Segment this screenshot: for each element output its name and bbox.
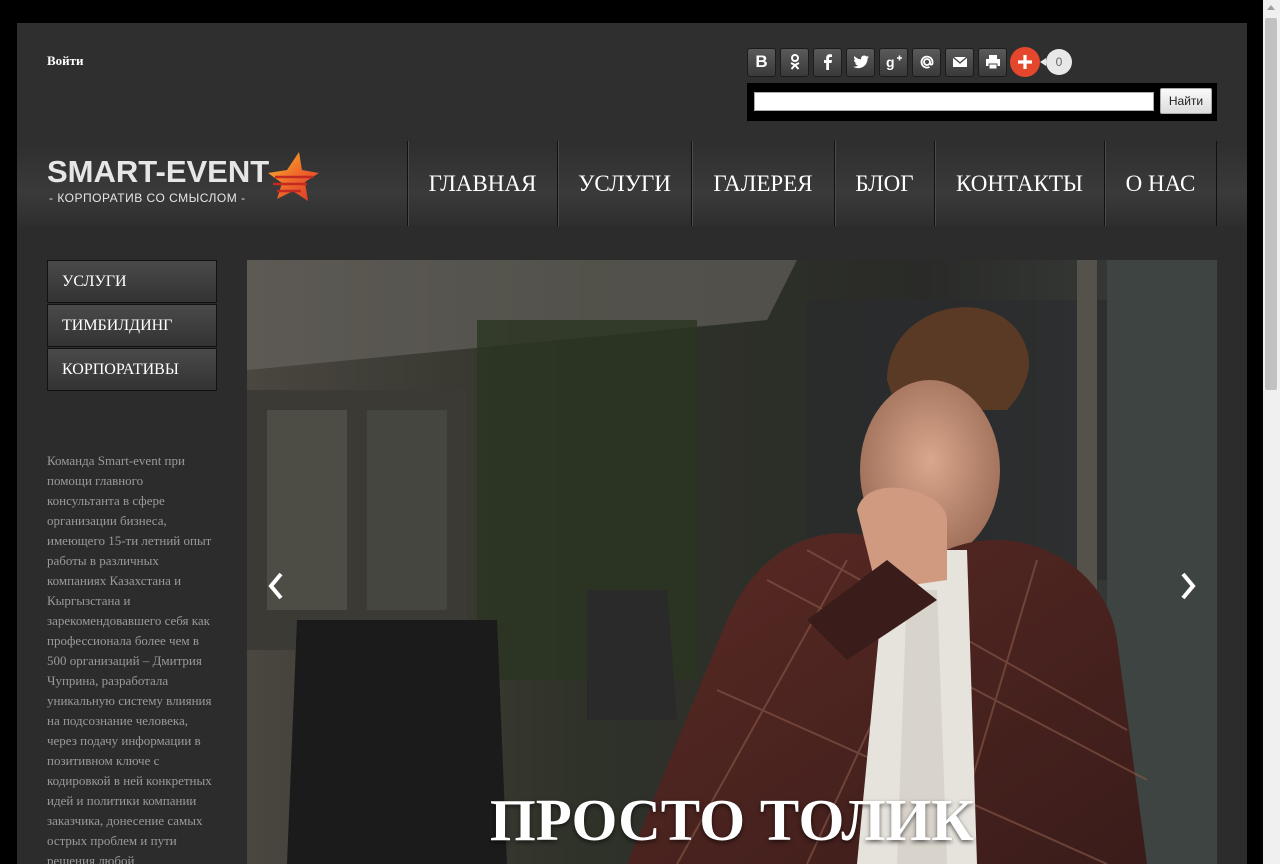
share-more-icon[interactable] <box>1010 47 1040 77</box>
site-logo[interactable]: SMART-EVENT - КОРПОРАТИВ СО СМЫСЛОМ - <box>47 151 322 211</box>
twitter-icon[interactable] <box>846 47 875 77</box>
search-button[interactable]: Найти <box>1160 88 1212 114</box>
slide-photo <box>247 260 1217 864</box>
login-link[interactable]: Войти <box>47 53 84 69</box>
facebook-icon[interactable] <box>813 47 842 77</box>
sidebar-item-corporate[interactable]: КОРПОРАТИВЫ <box>47 348 217 391</box>
google-plus-icon[interactable]: g <box>879 47 908 77</box>
mailru-icon[interactable] <box>912 47 941 77</box>
nav-item-about[interactable]: О НАС <box>1104 141 1217 226</box>
search-box: Найти <box>747 83 1217 121</box>
nav-item-blog[interactable]: БЛОГ <box>834 141 934 226</box>
sidebar-item-services[interactable]: УСЛУГИ <box>47 260 217 303</box>
odnoklassniki-icon[interactable] <box>780 47 809 77</box>
top-bar: Войти B g 0 Найти <box>17 23 1247 141</box>
page-container: Войти B g 0 Найти SMART-EVENT - КОРПОРАТ… <box>17 23 1247 864</box>
vkontakte-icon[interactable]: B <box>747 47 776 77</box>
nav-item-gallery[interactable]: ГАЛЕРЕЯ <box>691 141 834 226</box>
main-nav: ГЛАВНАЯ УСЛУГИ ГАЛЕРЕЯ БЛОГ КОНТАКТЫ О Н… <box>407 141 1217 226</box>
scrollbar-thumb[interactable] <box>1265 18 1277 390</box>
search-input[interactable] <box>754 92 1154 111</box>
sidebar-description: Команда Smart-event при помощи главного … <box>47 453 212 864</box>
slider-next-icon[interactable] <box>1175 568 1201 604</box>
logo-text: SMART-EVENT <box>47 154 270 189</box>
nav-item-home[interactable]: ГЛАВНАЯ <box>407 141 557 226</box>
share-toolbar: B g 0 <box>747 47 1072 77</box>
sidebar-item-teambuilding[interactable]: ТИМБИЛДИНГ <box>47 304 217 347</box>
share-count-badge: 0 <box>1040 49 1072 75</box>
image-slider[interactable]: ПРОСТО ТОЛИК <box>247 260 1217 864</box>
page-scrollbar[interactable] <box>1263 0 1280 864</box>
scroll-up-icon[interactable] <box>1267 5 1275 10</box>
nav-item-contacts[interactable]: КОНТАКТЫ <box>934 141 1104 226</box>
email-icon[interactable] <box>945 47 974 77</box>
print-icon[interactable] <box>978 47 1007 77</box>
star-logo-icon <box>268 152 319 201</box>
sidebar-menu: УСЛУГИ ТИМБИЛДИНГ КОРПОРАТИВЫ <box>47 260 217 392</box>
nav-item-services[interactable]: УСЛУГИ <box>557 141 691 226</box>
vk-glyph: B <box>755 52 768 71</box>
svg-text:g: g <box>886 54 895 70</box>
header: SMART-EVENT - КОРПОРАТИВ СО СМЫСЛОМ - ГЛ… <box>17 141 1247 226</box>
slider-prev-icon[interactable] <box>263 568 289 604</box>
logo-subtitle: - КОРПОРАТИВ СО СМЫСЛОМ - <box>49 191 246 205</box>
slide-caption: ПРОСТО ТОЛИК <box>489 787 975 853</box>
